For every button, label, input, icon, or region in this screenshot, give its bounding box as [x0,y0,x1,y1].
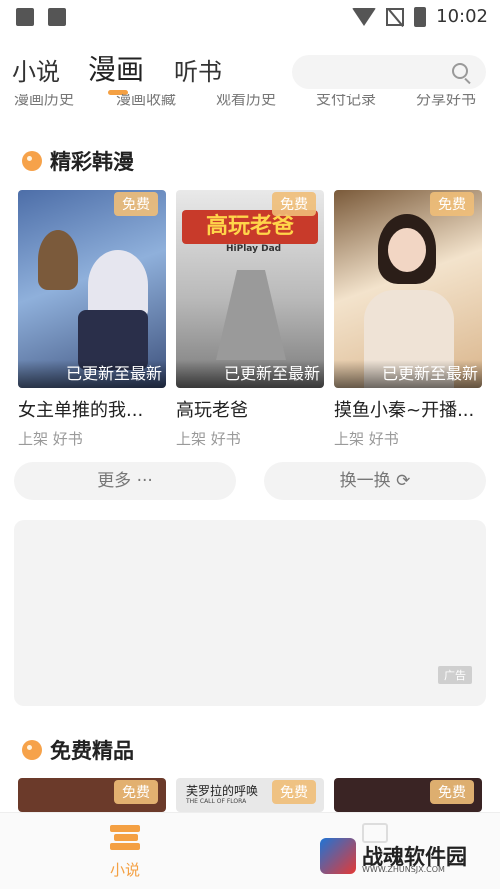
cover-subtitle-art: THE CALL OF FLORA [186,798,247,805]
comic-meta: 上架 好书 [334,430,399,448]
search-icon[interactable] [452,63,468,79]
comic-meta: 上架 好书 [18,430,83,448]
wifi-icon [352,7,377,26]
comic-meta: 上架 好书 [176,430,241,448]
section-title: 免费精品 [22,735,134,765]
subnav-payment-records[interactable]: 支付记录 [316,94,376,108]
comic-cover[interactable]: 免费 已更新至最新 [334,190,482,388]
nav-item-novel[interactable]: 小说 [95,825,155,880]
update-status: 已更新至最新 [18,360,166,388]
subnav-comic-history[interactable]: 漫画历史 [14,94,74,108]
comic-title[interactable]: 女主单推的我... [18,396,166,422]
gallery-icon [16,8,34,26]
subnav-share-books[interactable]: 分享好书 [416,94,476,108]
comic-title[interactable]: 摸鱼小秦~开播... [334,396,482,422]
section-title-text: 精彩韩漫 [50,150,134,174]
tab-comic[interactable]: 漫画 [88,48,144,88]
tab-novel[interactable]: 小说 [12,52,60,87]
comic-title[interactable]: 高玩老爸 [176,396,324,422]
search-input[interactable] [292,55,486,89]
comic-cover[interactable]: 免费 [334,778,482,812]
section-dot-icon [22,740,42,760]
font-icon [48,8,66,26]
no-signal-icon [386,7,405,26]
free-badge: 免费 [114,192,158,216]
comic-cover[interactable]: 免费 [18,778,166,812]
comic-card[interactable]: 免费 已更新至最新 女主单推的我... 上架 好书 [18,190,166,449]
tab-audiobook[interactable]: 听书 [174,52,222,87]
comic-cover[interactable]: 高玩老爸 HiPlay Dad 免费 已更新至最新 [176,190,324,388]
cover-subtitle-art: HiPlay Dad [226,244,282,254]
watermark: 战魂软件园 WWW.ZHUNSJX.COM [320,838,467,874]
cover-title-art: 芙罗拉的呼唤 [186,784,259,798]
free-badge: 免费 [430,780,474,804]
section-dot-icon [22,151,42,171]
free-badge: 免费 [272,192,316,216]
comic-card[interactable]: 免费 [334,778,482,812]
watermark-sub: WWW.ZHUNSJX.COM [362,865,445,874]
update-status: 已更新至最新 [176,360,324,388]
ad-label: 广告 [438,666,472,684]
more-button[interactable]: 更多 ··· [14,462,236,500]
refresh-button[interactable]: 换一换 ⟳ [264,462,486,500]
free-badge: 免费 [430,192,474,216]
sub-nav: 漫画历史 漫画收藏 观看历史 支付记录 分享好书 [0,94,500,108]
section-title-text: 免费精品 [50,739,134,763]
ad-banner[interactable]: 广告 [14,520,486,706]
comic-card[interactable]: 高玩老爸 HiPlay Dad 免费 已更新至最新 高玩老爸 上架 好书 [176,190,324,449]
nav-label: 小说 [109,861,140,879]
comic-card[interactable]: 芙罗拉的呼唤 THE CALL OF FLORA 免费 [176,778,324,812]
update-status: 已更新至最新 [334,360,482,388]
comic-cover[interactable]: 免费 已更新至最新 [18,190,166,388]
subnav-watch-history[interactable]: 观看历史 [216,94,276,108]
status-time: 10:02 [436,6,488,27]
comic-card[interactable]: 免费 已更新至最新 摸鱼小秦~开播... 上架 好书 [334,190,482,449]
subnav-comic-favorites[interactable]: 漫画收藏 [116,94,176,108]
status-bar: 10:02 [0,0,500,36]
free-badge: 免费 [272,780,316,804]
watermark-logo-icon [320,838,356,874]
comic-cover[interactable]: 芙罗拉的呼唤 THE CALL OF FLORA 免费 [176,778,324,812]
battery-charging-icon [414,6,427,27]
comic-card[interactable]: 免费 [18,778,166,812]
free-badge: 免费 [114,780,158,804]
books-icon [110,825,140,851]
section-title: 精彩韩漫 [22,146,134,176]
